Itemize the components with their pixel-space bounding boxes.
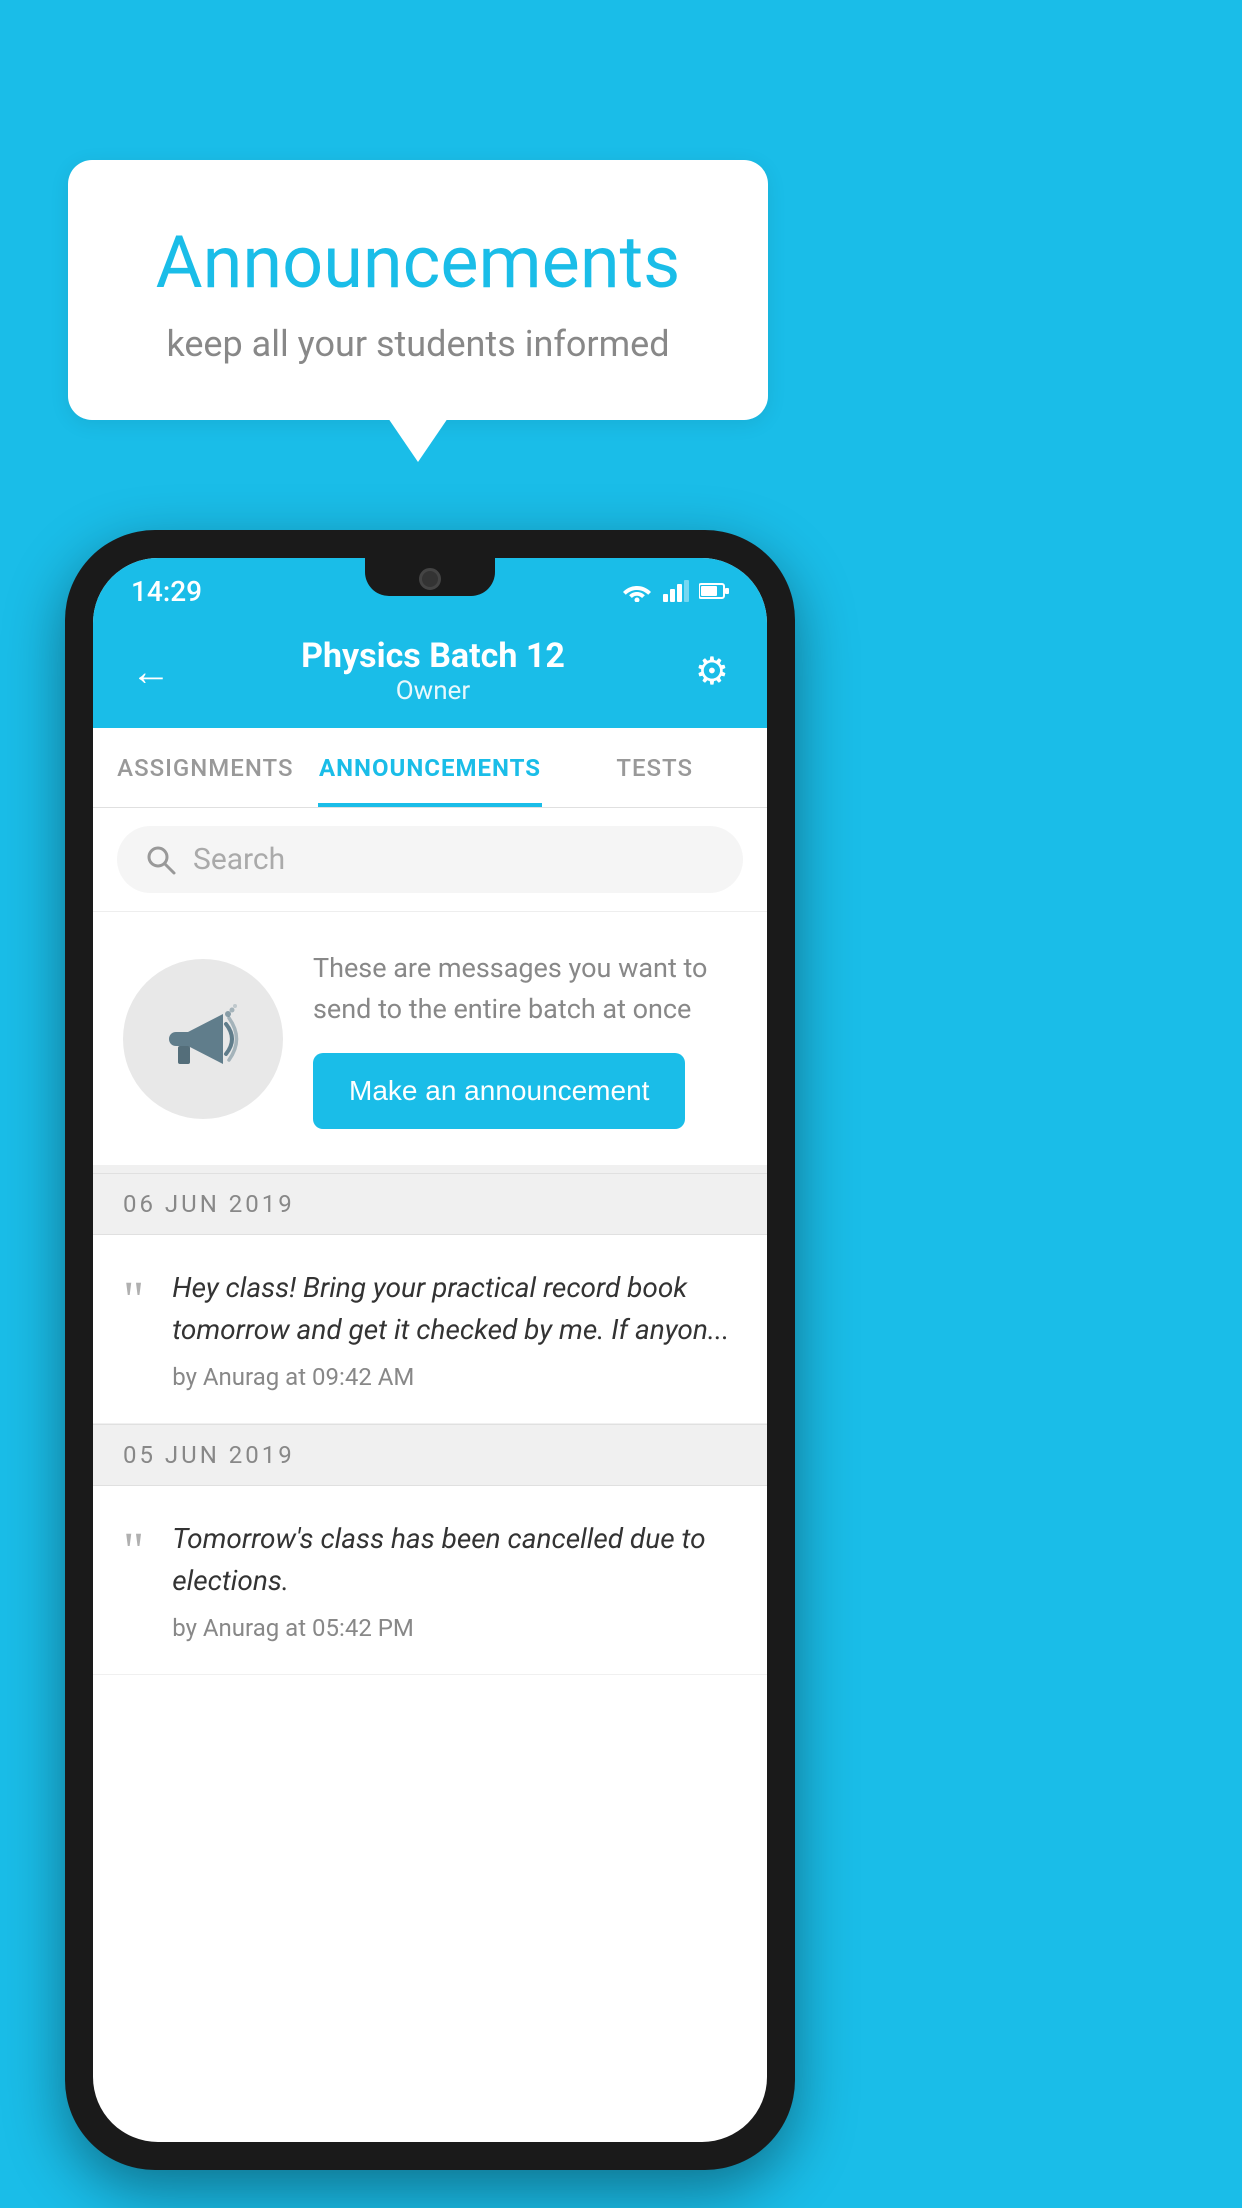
speech-bubble-wrapper: Announcements keep all your students inf… — [68, 160, 768, 420]
tab-tests[interactable]: TESTS — [542, 728, 767, 807]
announcement-item-1: " Hey class! Bring your practical record… — [93, 1235, 767, 1424]
search-bar[interactable]: Search — [117, 826, 743, 893]
quote-icon-2: " — [123, 1526, 144, 1578]
announcement-promo: These are messages you want to send to t… — [93, 912, 767, 1173]
wifi-icon — [621, 580, 653, 602]
speech-bubble: Announcements keep all your students inf… — [68, 160, 768, 420]
notch-camera — [419, 568, 441, 590]
gear-icon[interactable]: ⚙ — [695, 649, 729, 694]
promo-content: These are messages you want to send to t… — [313, 948, 737, 1129]
search-icon — [145, 844, 177, 876]
phone-frame: 14:29 — [65, 530, 795, 2170]
make-announcement-button[interactable]: Make an announcement — [313, 1053, 685, 1129]
search-placeholder: Search — [193, 842, 285, 877]
tabs-bar: ASSIGNMENTS ANNOUNCEMENTS TESTS — [93, 728, 767, 808]
status-icons — [621, 580, 729, 602]
promo-icon-circle — [123, 959, 283, 1119]
header-subtitle: Owner — [301, 676, 565, 706]
phone-screen: 14:29 — [93, 558, 767, 2142]
announcement-content-2: Tomorrow's class has been cancelled due … — [172, 1518, 737, 1642]
announcement-text-1: Hey class! Bring your practical record b… — [172, 1267, 737, 1351]
app-header: ← Physics Batch 12 Owner ⚙ — [93, 616, 767, 728]
phone-wrapper: 14:29 — [65, 530, 795, 2170]
announcement-item-2: " Tomorrow's class has been cancelled du… — [93, 1486, 767, 1675]
header-center: Physics Batch 12 Owner — [301, 636, 565, 706]
signal-icon — [663, 580, 689, 602]
promo-description: These are messages you want to send to t… — [313, 948, 737, 1029]
header-title: Physics Batch 12 — [301, 636, 565, 676]
megaphone-icon — [158, 994, 248, 1084]
announcement-content-1: Hey class! Bring your practical record b… — [172, 1267, 737, 1391]
announcement-meta-2: by Anurag at 05:42 PM — [172, 1614, 737, 1642]
tab-assignments[interactable]: ASSIGNMENTS — [93, 728, 318, 807]
speech-bubble-title: Announcements — [118, 220, 718, 305]
announcement-meta-1: by Anurag at 09:42 AM — [172, 1363, 737, 1391]
battery-icon — [699, 582, 729, 600]
date-separator-1: 06 JUN 2019 — [93, 1173, 767, 1235]
date-separator-2: 05 JUN 2019 — [93, 1424, 767, 1486]
speech-bubble-subtitle: keep all your students informed — [118, 323, 718, 365]
quote-icon-1: " — [123, 1275, 144, 1327]
phone-notch — [365, 558, 495, 596]
back-button[interactable]: ← — [131, 648, 171, 695]
search-container: Search — [93, 808, 767, 912]
status-time: 14:29 — [131, 575, 202, 608]
announcement-text-2: Tomorrow's class has been cancelled due … — [172, 1518, 737, 1602]
tab-announcements[interactable]: ANNOUNCEMENTS — [318, 728, 543, 807]
